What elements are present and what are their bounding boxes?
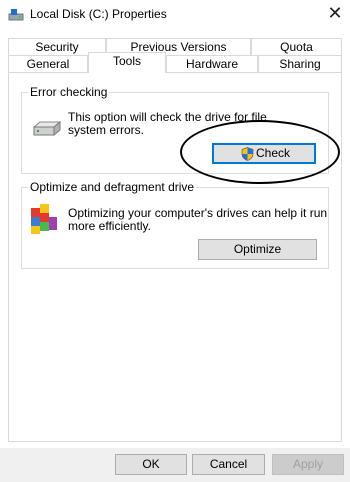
uac-shield-icon	[241, 147, 254, 161]
error-checking-description: This option will check the drive for fil…	[68, 110, 267, 137]
optimize-group: Optimize and defragment drive Optimizing…	[21, 180, 329, 269]
window-title: Local Disk (C:) Properties	[30, 7, 167, 21]
tools-page: Error checking This option will check th…	[8, 72, 342, 442]
tab-quota[interactable]: Quota	[251, 38, 342, 55]
check-button-label: Check	[256, 146, 291, 160]
optimize-label: Optimize and defragment drive	[28, 180, 197, 194]
optimize-description: Optimizing your computer's drives can he…	[68, 206, 328, 233]
check-button[interactable]: Check	[212, 143, 316, 164]
optimize-button[interactable]: Optimize	[198, 239, 317, 260]
close-button[interactable]: ✕	[320, 0, 350, 26]
tab-general[interactable]: General	[8, 55, 88, 72]
title-bar: Local Disk (C:) Properties ✕	[0, 0, 350, 30]
error-checking-group: Error checking This option will check th…	[21, 85, 329, 174]
drive-icon	[8, 9, 24, 21]
apply-button[interactable]: Apply	[272, 454, 344, 475]
tab-sharing[interactable]: Sharing	[258, 55, 342, 72]
defrag-icon	[31, 204, 57, 234]
error-checking-label: Error checking	[28, 85, 110, 99]
tab-hardware[interactable]: Hardware	[166, 55, 258, 72]
hard-drive-icon	[32, 120, 62, 137]
cancel-button[interactable]: Cancel	[192, 454, 265, 475]
ok-button[interactable]: OK	[115, 454, 187, 475]
tab-tools[interactable]: Tools	[88, 52, 166, 73]
